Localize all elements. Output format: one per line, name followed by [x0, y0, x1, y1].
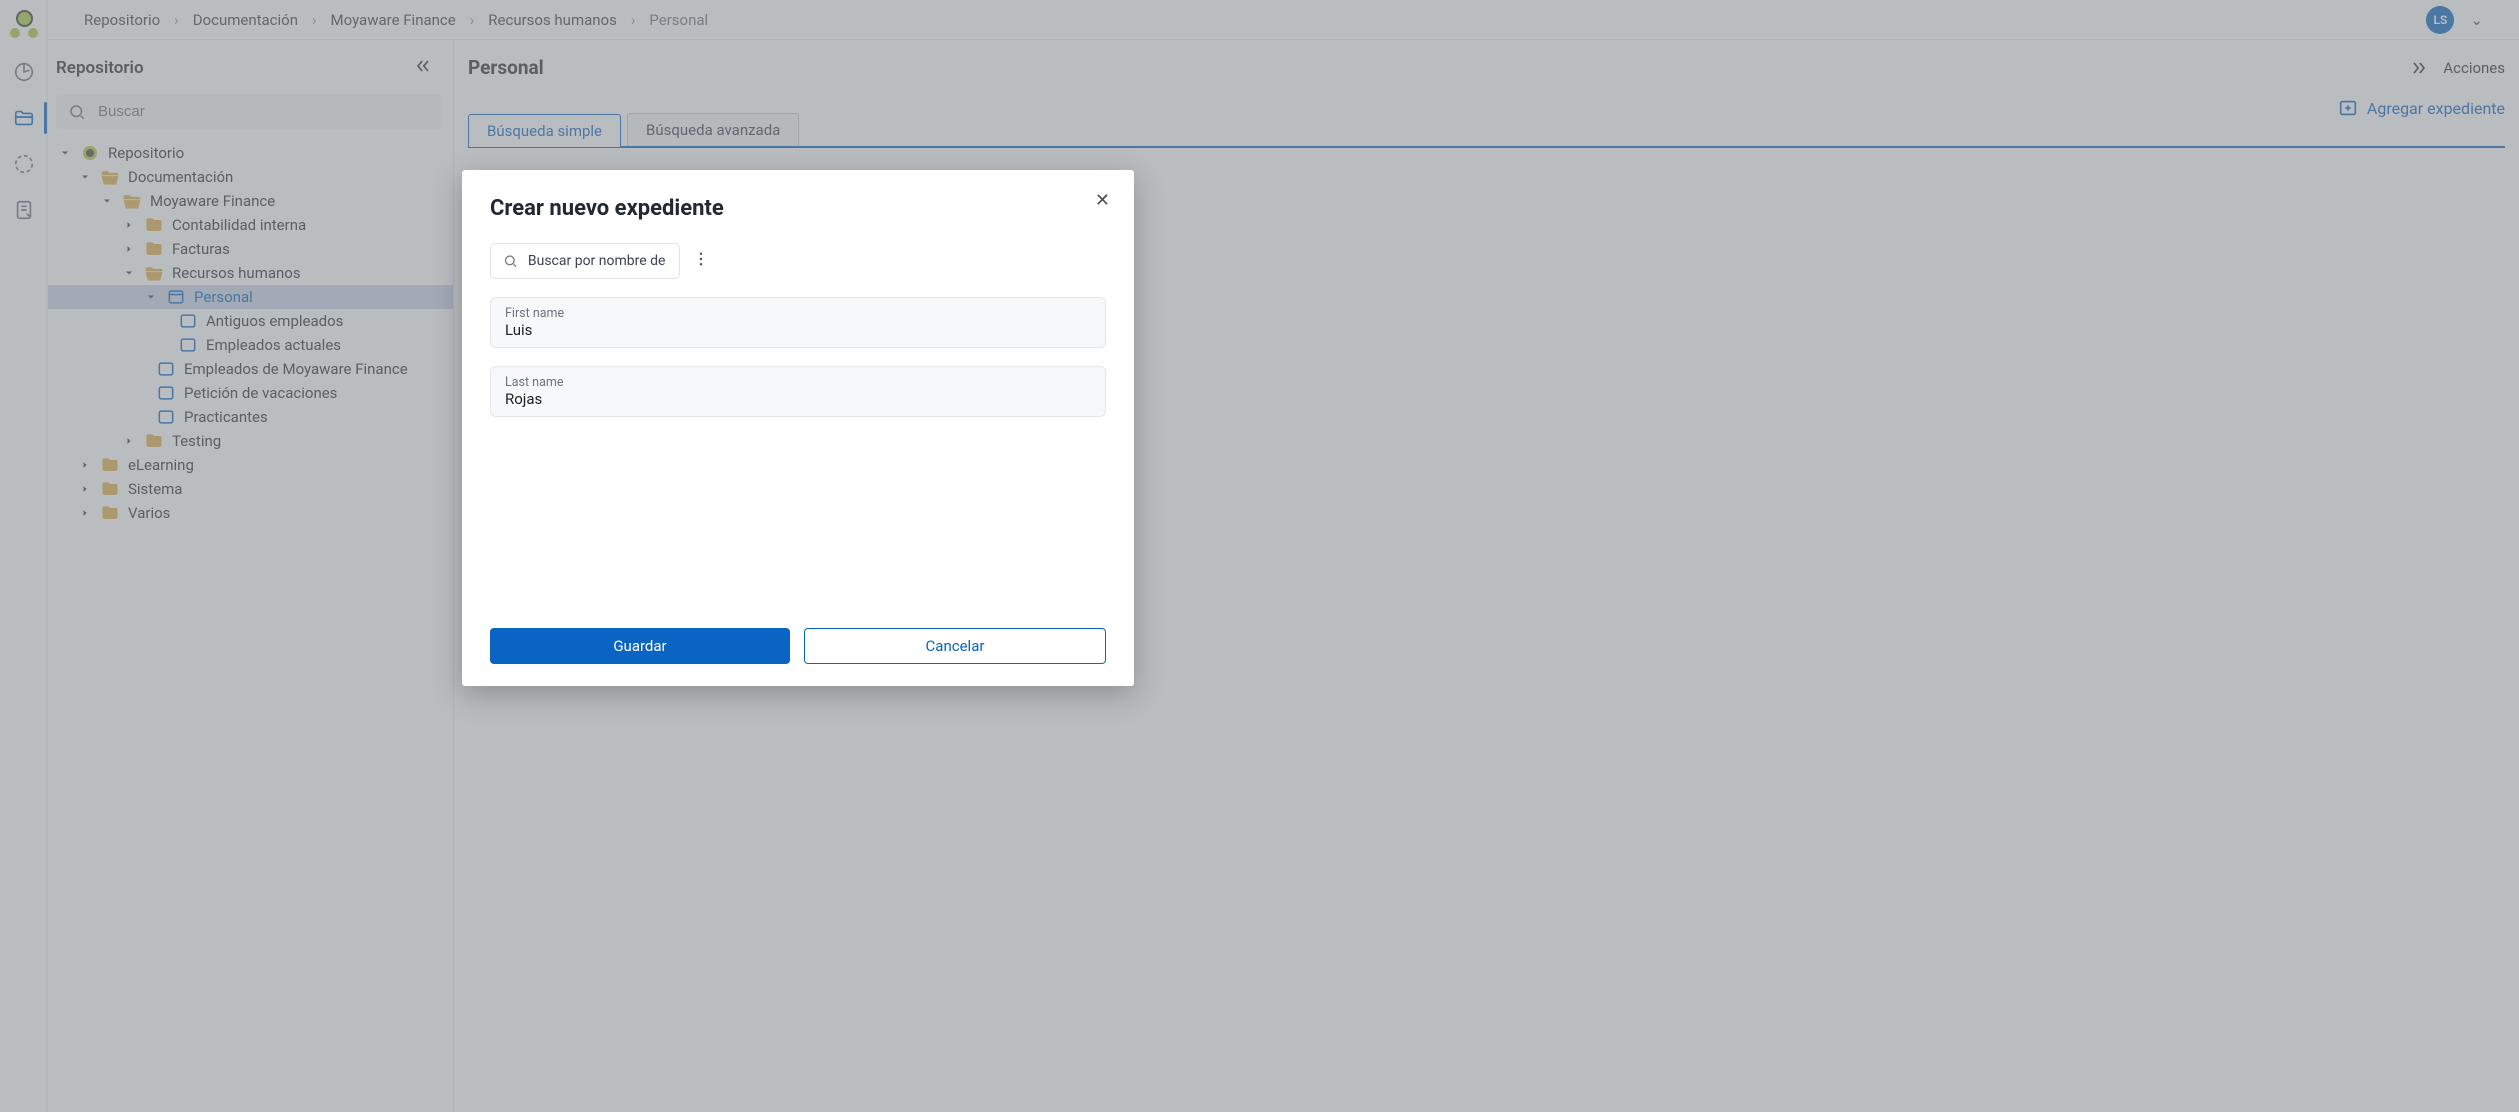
first-name-label: First name: [505, 306, 1091, 321]
first-name-value: Luis: [505, 321, 1091, 339]
create-expediente-modal: Crear nuevo expediente ✕ Buscar por nomb…: [462, 170, 1134, 686]
save-button[interactable]: Guardar: [490, 628, 790, 664]
first-name-field[interactable]: First name Luis: [490, 297, 1106, 348]
modal-title: Crear nuevo expediente: [490, 196, 1106, 221]
last-name-label: Last name: [505, 375, 1091, 390]
modal-search-label: Buscar por nombre de cam: [528, 253, 667, 269]
search-icon: [503, 252, 518, 270]
more-vertical-icon: [692, 250, 710, 268]
cancel-button[interactable]: Cancelar: [804, 628, 1106, 664]
more-options-button[interactable]: [692, 250, 710, 272]
modal-overlay[interactable]: Crear nuevo expediente ✕ Buscar por nomb…: [0, 0, 2519, 1112]
last-name-value: Rojas: [505, 390, 1091, 408]
modal-field-search[interactable]: Buscar por nombre de cam: [490, 243, 680, 279]
last-name-field[interactable]: Last name Rojas: [490, 366, 1106, 417]
close-button[interactable]: ✕: [1095, 192, 1110, 210]
